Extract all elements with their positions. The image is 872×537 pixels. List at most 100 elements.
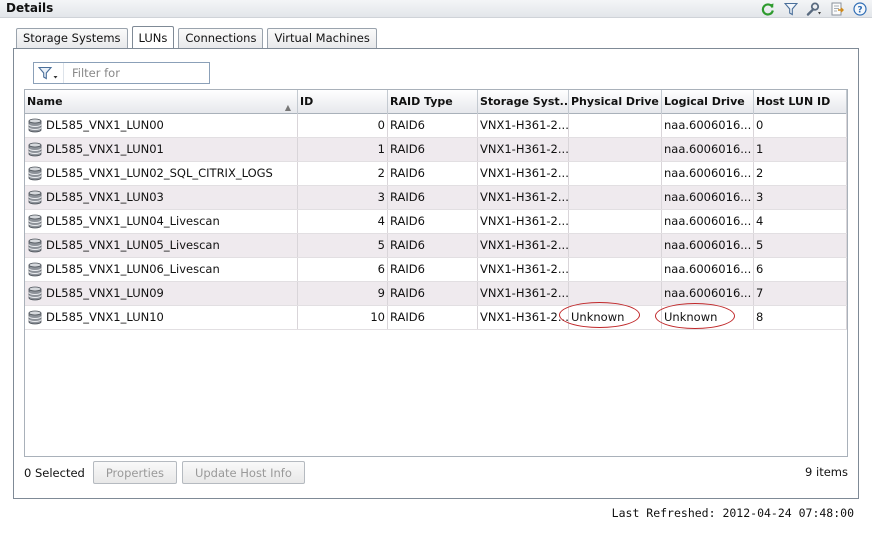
filter-dropdown-button[interactable] <box>34 63 64 83</box>
table-row[interactable]: DL585_VNX1_LUN03 3 RAID6 VNX1-H361-2... naa.… <box>25 186 847 210</box>
cell-logical-drive-text: naa.6006016... <box>664 262 752 276</box>
cell-raid-type: RAID6 <box>388 306 478 329</box>
cell-name-text: DL585_VNX1_LUN10 <box>46 310 164 324</box>
column-header-id[interactable]: ID <box>298 90 388 114</box>
table-row[interactable]: DL585_VNX1_LUN01 1 RAID6 VNX1-H361-2... naa.… <box>25 138 847 162</box>
filter-icon[interactable] <box>783 1 799 17</box>
cell-host-lun-id-text: 7 <box>756 286 764 300</box>
cell-logical-drive: Unknown <box>662 306 754 329</box>
database-icon <box>28 166 42 181</box>
cell-storage-system: VNX1-H361-2... <box>478 234 569 257</box>
cell-id: 0 <box>298 114 388 137</box>
cell-host-lun-id: 4 <box>754 210 847 233</box>
column-header-logical-drive[interactable]: Logical Drive <box>662 90 754 114</box>
table-row[interactable]: DL585_VNX1_LUN00 0 RAID6 VNX1-H361-2... naa.… <box>25 114 847 138</box>
cell-storage-system: VNX1-H361-2... <box>478 306 569 329</box>
filter-icon <box>37 66 57 80</box>
table-row[interactable]: DL585_VNX1_LUN10 10 RAID6 VNX1-H361-2... Unk… <box>25 306 847 330</box>
cell-raid-type: RAID6 <box>388 114 478 137</box>
tab-virtual-machines[interactable]: Virtual Machines <box>267 28 377 48</box>
cell-storage-system: VNX1-H361-2... <box>478 282 569 305</box>
tab-luns[interactable]: LUNs <box>131 26 175 48</box>
cell-host-lun-id: 3 <box>754 186 847 209</box>
cell-name-text: DL585_VNX1_LUN00 <box>46 118 164 132</box>
cell-raid-type: RAID6 <box>388 210 478 233</box>
database-icon <box>28 262 42 277</box>
cell-id-text: 4 <box>377 214 385 228</box>
details-title: Details <box>6 1 54 15</box>
cell-logical-drive: naa.6006016... <box>662 186 754 209</box>
sort-ascending-icon: ▲ <box>284 103 291 112</box>
cell-id: 2 <box>298 162 388 185</box>
cell-raid-type-text: RAID6 <box>390 286 425 300</box>
filter-input[interactable] <box>64 64 204 82</box>
tab-storage-systems[interactable]: Storage Systems <box>16 28 128 48</box>
column-header-physical-drive[interactable]: Physical Drive <box>569 90 662 114</box>
items-count: 9 items <box>805 465 848 479</box>
table-row[interactable]: DL585_VNX1_LUN04_Livescan 4 RAID6 VNX1-H361… <box>25 210 847 234</box>
cell-logical-drive-text: naa.6006016... <box>664 118 752 132</box>
cell-raid-type: RAID6 <box>388 234 478 257</box>
table-row[interactable]: DL585_VNX1_LUN06_Livescan 6 RAID6 VNX1-H361… <box>25 258 847 282</box>
table-row[interactable]: DL585_VNX1_LUN05_Livescan 5 RAID6 VNX1-H361… <box>25 234 847 258</box>
help-icon[interactable]: ? <box>852 1 868 17</box>
cell-storage-system: VNX1-H361-2... <box>478 186 569 209</box>
export-icon[interactable] <box>829 1 845 17</box>
cell-name-text: DL585_VNX1_LUN09 <box>46 286 164 300</box>
update-host-info-button[interactable]: Update Host Info <box>181 461 305 484</box>
tab-connections[interactable]: Connections <box>178 28 264 48</box>
cell-name: DL585_VNX1_LUN01 <box>25 138 298 161</box>
cell-raid-type-text: RAID6 <box>390 190 425 204</box>
database-icon <box>28 238 42 253</box>
database-icon <box>28 286 42 301</box>
cell-name: DL585_VNX1_LUN09 <box>25 282 298 305</box>
cell-logical-drive-text: naa.6006016... <box>664 166 752 180</box>
wrench-icon[interactable] <box>806 1 822 17</box>
cell-name-text: DL585_VNX1_LUN06_Livescan <box>46 262 220 276</box>
cell-logical-drive: naa.6006016... <box>662 114 754 137</box>
cell-name: DL585_VNX1_LUN02_SQL_CITRIX_LOGS <box>25 162 298 185</box>
cell-logical-drive: naa.6006016... <box>662 138 754 161</box>
cell-name: DL585_VNX1_LUN03 <box>25 186 298 209</box>
cell-id: 10 <box>298 306 388 329</box>
cell-host-lun-id: 5 <box>754 234 847 257</box>
cell-name: DL585_VNX1_LUN10 <box>25 306 298 329</box>
column-header-storage-system[interactable]: Storage Syst... <box>478 90 569 114</box>
cell-raid-type-text: RAID6 <box>390 142 425 156</box>
cell-host-lun-id: 1 <box>754 138 847 161</box>
cell-raid-type: RAID6 <box>388 258 478 281</box>
svg-text:?: ? <box>857 6 862 16</box>
last-refreshed-status: Last Refreshed: 2012-04-24 07:48:00 <box>611 506 854 520</box>
cell-id-text: 1 <box>377 142 385 156</box>
cell-storage-system-text: VNX1-H361-2... <box>480 214 569 228</box>
cell-storage-system: VNX1-H361-2... <box>478 162 569 185</box>
refresh-icon[interactable] <box>760 1 776 17</box>
details-header: Details ? <box>0 0 872 18</box>
cell-host-lun-id: 6 <box>754 258 847 281</box>
cell-id: 9 <box>298 282 388 305</box>
table-row[interactable]: DL585_VNX1_LUN02_SQL_CITRIX_LOGS 2 RAID6 VN… <box>25 162 847 186</box>
cell-storage-system-text: VNX1-H361-2... <box>480 118 569 132</box>
database-icon <box>28 142 42 157</box>
cell-storage-system: VNX1-H361-2... <box>478 210 569 233</box>
cell-storage-system-text: VNX1-H361-2... <box>480 166 569 180</box>
cell-host-lun-id: 2 <box>754 162 847 185</box>
table-footer: 0 Selected Properties Update Host Info <box>24 461 310 484</box>
cell-id-text: 5 <box>377 238 385 252</box>
cell-logical-drive-text: naa.6006016... <box>664 142 752 156</box>
cell-raid-type: RAID6 <box>388 282 478 305</box>
cell-host-lun-id-text: 6 <box>756 262 764 276</box>
column-header-name[interactable]: Name ▲ <box>25 90 298 114</box>
cell-physical-drive <box>569 210 662 233</box>
cell-name-text: DL585_VNX1_LUN03 <box>46 190 164 204</box>
cell-name-text: DL585_VNX1_LUN05_Livescan <box>46 238 220 252</box>
cell-physical-drive <box>569 114 662 137</box>
column-header-raid-type[interactable]: RAID Type <box>388 90 478 114</box>
properties-button[interactable]: Properties <box>92 461 177 484</box>
table-row[interactable]: DL585_VNX1_LUN09 9 RAID6 VNX1-H361-2... naa.… <box>25 282 847 306</box>
tab-bar: Storage Systems LUNs Connections Virtual… <box>16 26 381 49</box>
cell-storage-system-text: VNX1-H361-2... <box>480 310 569 324</box>
cell-raid-type-text: RAID6 <box>390 310 425 324</box>
column-header-host-lun-id[interactable]: Host LUN ID <box>754 90 847 114</box>
cell-logical-drive-text: naa.6006016... <box>664 190 752 204</box>
